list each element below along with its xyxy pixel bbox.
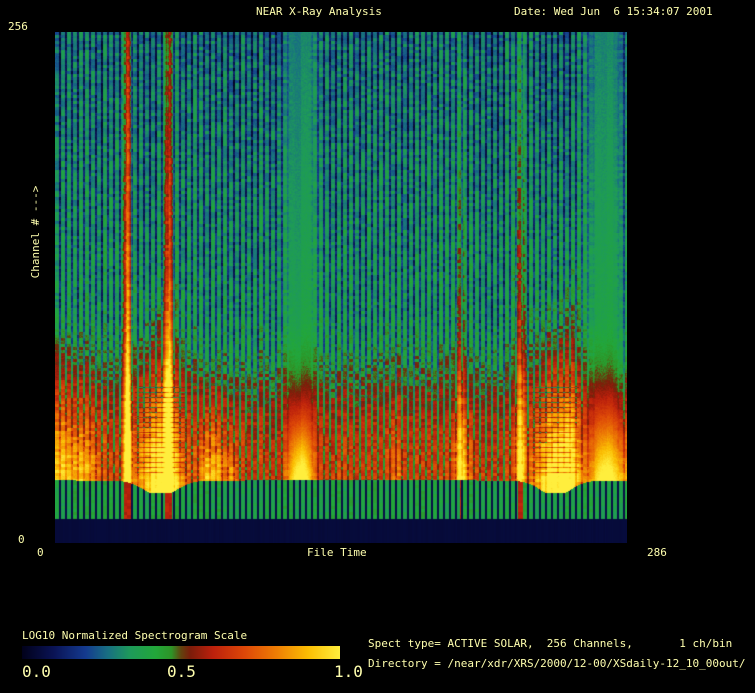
spect-type-line: Spect type= ACTIVE SOLAR, 256 Channels, … (368, 637, 732, 650)
x-axis-min-label: 0 (37, 546, 44, 559)
colorbar-tick-max: 1.0 (334, 663, 363, 681)
x-axis-title: File Time (307, 546, 367, 559)
colorbar-tick-mid: 0.5 (167, 663, 196, 681)
spectrogram-plot-area (55, 32, 627, 543)
y-axis-max-label: 256 (8, 20, 28, 33)
colorbar-tick-min: 0.0 (22, 663, 51, 681)
directory-line: Directory = /near/xdr/XRS/2000/12-00/XSd… (368, 657, 746, 670)
page-title: NEAR X-Ray Analysis (256, 5, 382, 18)
y-axis-min-label: 0 (18, 533, 25, 546)
spectrogram-canvas (55, 32, 627, 543)
near-xray-analysis-window: NEAR X-Ray Analysis Date: Wed Jun 6 15:3… (0, 0, 755, 693)
y-axis-title: Channel # ---> (29, 167, 43, 297)
colorbar-gradient (22, 646, 340, 659)
colorbar-title: LOG10 Normalized Spectrogram Scale (22, 629, 247, 642)
x-axis-max-label: 286 (647, 546, 667, 559)
date-label: Date: Wed Jun 6 15:34:07 2001 (514, 5, 713, 18)
